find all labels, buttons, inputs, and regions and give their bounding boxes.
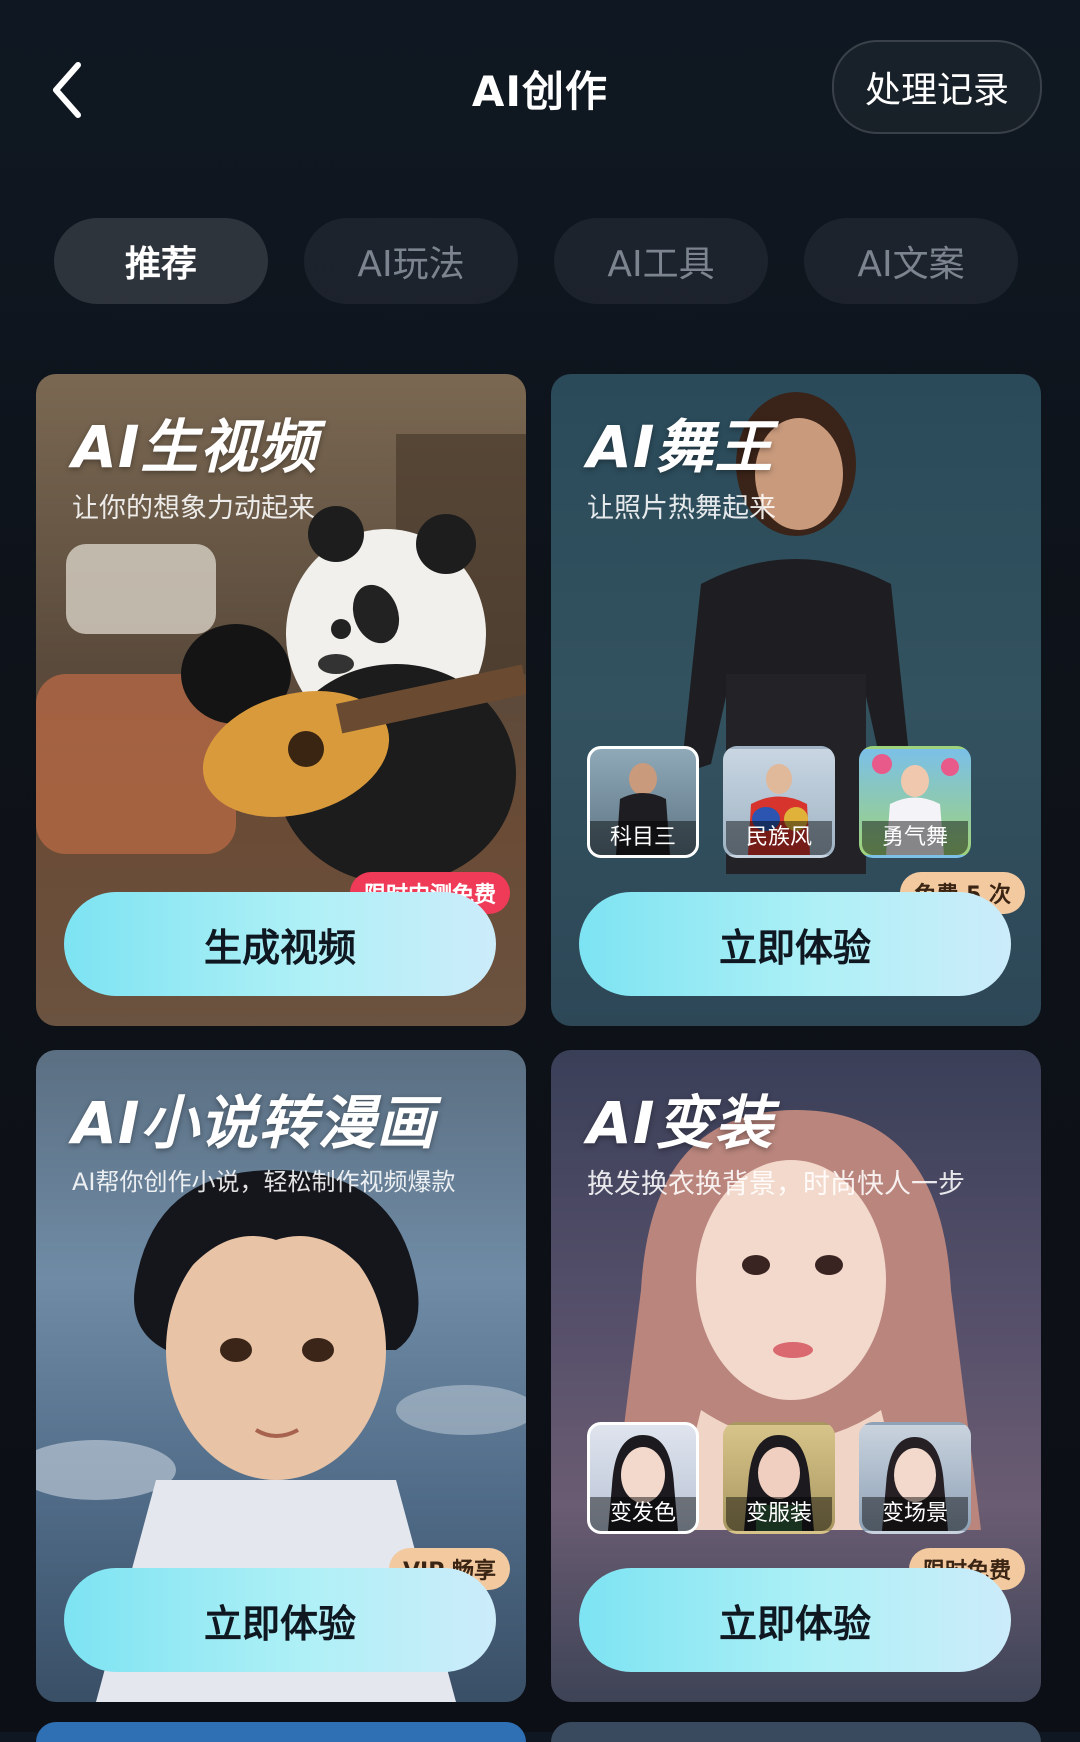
card-ai-video[interactable]: AI生视频 让你的想象力动起来 限时内测免费 生成视频 <box>36 374 526 1026</box>
dance-option-ethnic[interactable]: 民族风 <box>723 746 835 858</box>
try-now-button[interactable]: 立即体验 <box>579 892 1011 996</box>
makeover-option-scene[interactable]: 变场景 <box>859 1422 971 1534</box>
makeover-option-hair-color[interactable]: 变发色 <box>587 1422 699 1534</box>
dance-option-label: 科目三 <box>590 821 696 855</box>
makeover-option-outfit[interactable]: 变服装 <box>723 1422 835 1534</box>
try-now-button[interactable]: 立即体验 <box>64 1568 496 1672</box>
card-title: AI小说转漫画 <box>72 1089 436 1157</box>
dance-option-label: 勇气舞 <box>862 821 968 855</box>
category-tabs: 推荐 AI玩法 AI工具 AI文案 <box>54 218 1018 304</box>
tab-ai-copywriting[interactable]: AI文案 <box>804 218 1018 304</box>
makeover-options: 变发色 变服装 变场景 <box>587 1422 971 1534</box>
header: AI创作 处理记录 <box>0 0 1080 170</box>
tab-ai-play[interactable]: AI玩法 <box>304 218 518 304</box>
makeover-option-label: 变服装 <box>726 1497 832 1531</box>
generate-video-button[interactable]: 生成视频 <box>64 892 496 996</box>
dance-option-label: 民族风 <box>726 821 832 855</box>
card-subtitle: 让照片热舞起来 <box>587 493 776 524</box>
dance-option-courage[interactable]: 勇气舞 <box>859 746 971 858</box>
card-title: AI舞王 <box>587 413 774 481</box>
card-subtitle: AI帮你创作小说，轻松制作视频爆款 <box>72 1168 456 1196</box>
makeover-option-label: 变场景 <box>862 1497 968 1531</box>
next-card-peek <box>551 1722 1041 1742</box>
card-ai-dance[interactable]: AI舞王 让照片热舞起来 科目三 民族风 勇气舞 免费 5 次 立即体验 <box>551 374 1041 1026</box>
card-subtitle: 换发换衣换背景，时尚快人一步 <box>587 1169 965 1200</box>
history-button[interactable]: 处理记录 <box>832 40 1042 134</box>
tab-ai-tools[interactable]: AI工具 <box>554 218 768 304</box>
makeover-option-label: 变发色 <box>590 1497 696 1531</box>
dance-style-options: 科目三 民族风 勇气舞 <box>587 746 971 858</box>
next-card-peek <box>36 1722 526 1742</box>
try-now-button[interactable]: 立即体验 <box>579 1568 1011 1672</box>
tab-recommend[interactable]: 推荐 <box>54 218 268 304</box>
card-subtitle: 让你的想象力动起来 <box>72 493 315 524</box>
card-title: AI生视频 <box>72 413 318 481</box>
dance-option-kemusan[interactable]: 科目三 <box>587 746 699 858</box>
card-title: AI变装 <box>587 1089 774 1157</box>
card-ai-makeover[interactable]: AI变装 换发换衣换背景，时尚快人一步 变发色 变服装 变场景 限时免费 立即体… <box>551 1050 1041 1702</box>
card-ai-novel-comic[interactable]: AI小说转漫画 AI帮你创作小说，轻松制作视频爆款 VIP 畅享 立即体验 <box>36 1050 526 1702</box>
